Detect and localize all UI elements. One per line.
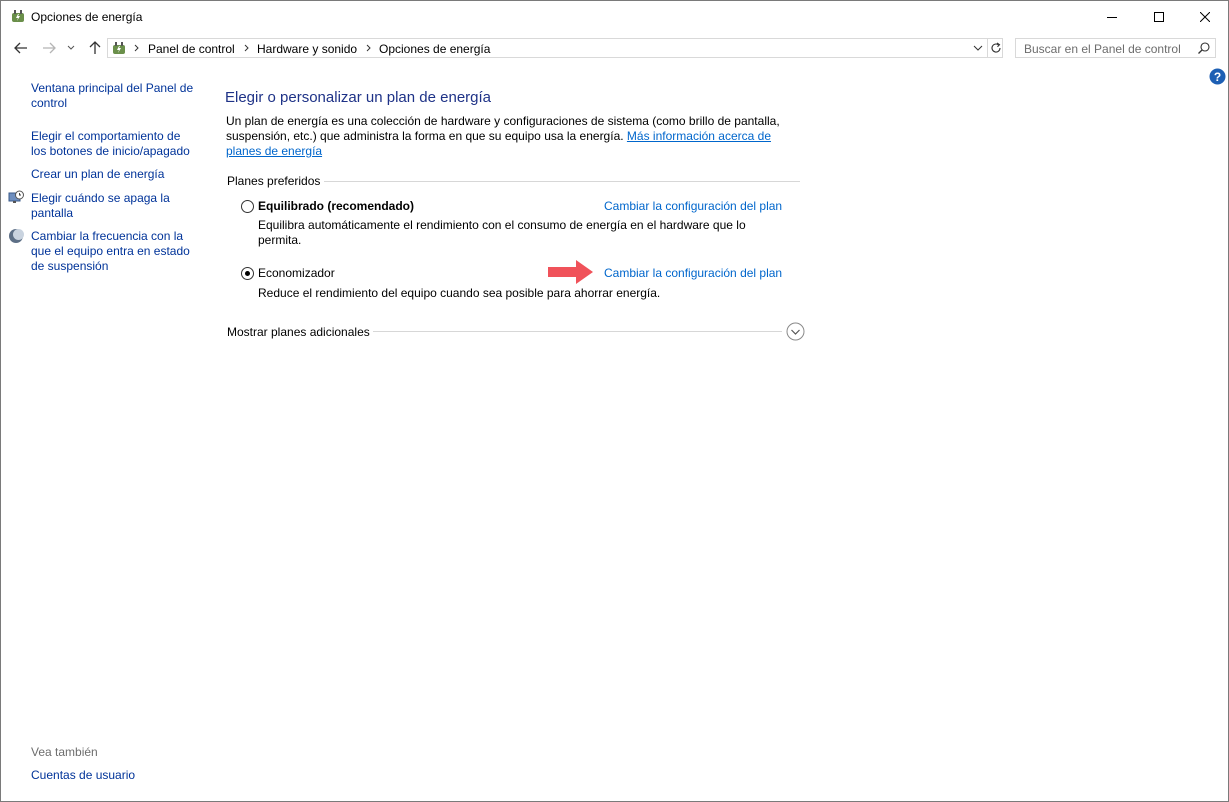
- sidebar-link-line: de suspensión: [31, 259, 109, 273]
- chevron-right-icon: [366, 44, 371, 52]
- sidebar-link-line: Ventana principal del Panel de: [31, 81, 194, 95]
- svg-text:?: ?: [1214, 70, 1221, 84]
- expand-chevron-icon[interactable]: [786, 322, 805, 341]
- chevron-down-icon: [973, 45, 983, 51]
- navigation-bar: Panel de control Hardware y sonido Opcio…: [1, 34, 1228, 64]
- sidebar-link-line: pantalla: [31, 206, 74, 220]
- close-button[interactable]: [1182, 1, 1228, 32]
- plan-description-power-saver: Reduce el rendimiento del equipo cuando …: [258, 286, 661, 300]
- sidebar-link-line: Elegir cuándo se apaga la: [31, 191, 170, 205]
- control-panel-icon: [113, 42, 125, 54]
- change-plan-settings-power-saver-link[interactable]: Cambiar la configuración del plan: [604, 266, 782, 280]
- forward-arrow-icon: [43, 42, 56, 54]
- back-button[interactable]: [11, 38, 31, 58]
- up-button[interactable]: [85, 38, 105, 58]
- see-also-heading: Vea también: [31, 745, 98, 759]
- title-bar: Opciones de energía: [1, 1, 1228, 32]
- breadcrumb-control-panel[interactable]: Panel de control: [148, 42, 235, 56]
- breadcrumb-hardware-sound[interactable]: Hardware y sonido: [257, 42, 357, 56]
- search-box[interactable]: Buscar en el Panel de control: [1015, 38, 1216, 58]
- address-bar[interactable]: Panel de control Hardware y sonido Opcio…: [107, 38, 1003, 58]
- address-dropdown-button[interactable]: [970, 39, 986, 57]
- sidebar-link-control-panel-home[interactable]: Ventana principal del Panel de control: [31, 81, 193, 111]
- back-arrow-icon: [14, 42, 27, 54]
- sidebar-link-user-accounts[interactable]: Cuentas de usuario: [31, 768, 135, 783]
- breadcrumb-power-options[interactable]: Opciones de energía: [379, 42, 490, 56]
- plan-radio-power-saver[interactable]: [241, 267, 254, 280]
- page-description: Un plan de energía es una colección de h…: [226, 114, 806, 159]
- close-icon: [1200, 11, 1210, 22]
- chevron-right-icon: [244, 44, 249, 52]
- plan-radio-balanced[interactable]: [241, 200, 254, 213]
- chevron-down-icon: [67, 45, 75, 50]
- sidebar-link-line: Crear un plan de energía: [31, 167, 165, 181]
- maximize-button[interactable]: [1136, 1, 1182, 32]
- annotation-arrow-icon: [548, 260, 593, 284]
- refresh-icon: [991, 42, 1001, 53]
- recent-locations-button[interactable]: [64, 38, 78, 58]
- up-arrow-icon: [89, 41, 101, 54]
- forward-button[interactable]: [39, 38, 59, 58]
- maximize-icon: [1154, 11, 1164, 22]
- refresh-button[interactable]: [987, 39, 1004, 57]
- sidebar-link-display-off[interactable]: Elegir cuándo se apaga la pantalla: [31, 191, 170, 221]
- sidebar-link-line: control: [31, 96, 68, 110]
- sidebar-link-line: Elegir el comportamiento de: [31, 129, 181, 143]
- power-options-window: Opciones de energía Panel de control Har…: [0, 0, 1229, 802]
- sidebar-link-create-plan[interactable]: Crear un plan de energía: [31, 167, 164, 182]
- chevron-right-icon: [134, 44, 139, 52]
- moon-icon: [9, 229, 24, 243]
- plan-name-power-saver[interactable]: Economizador: [258, 266, 335, 280]
- sidebar-link-line: Cambiar la frecuencia con la: [31, 229, 184, 243]
- power-options-icon: [12, 10, 24, 22]
- show-additional-plans-label[interactable]: Mostrar planes adicionales: [227, 325, 370, 339]
- help-icon[interactable]: ?: [1209, 68, 1226, 85]
- sidebar-link-power-buttons[interactable]: Elegir el comportamiento de los botones …: [31, 129, 190, 159]
- additional-plans-divider: [373, 331, 782, 332]
- group-divider: [321, 181, 800, 182]
- plan-name-balanced[interactable]: Equilibrado (recomendado): [258, 199, 414, 213]
- plan-description-balanced: Equilibra automáticamente el rendimiento…: [258, 218, 746, 247]
- sidebar-link-line: los botones de inicio/apagado: [31, 144, 190, 158]
- monitor-clock-icon: [8, 190, 24, 203]
- minimize-icon: [1107, 16, 1117, 18]
- minimize-button[interactable]: [1089, 1, 1135, 32]
- change-plan-settings-balanced-link[interactable]: Cambiar la configuración del plan: [604, 199, 782, 213]
- preferred-plans-label: Planes preferidos: [227, 174, 325, 188]
- page-title: Elegir o personalizar un plan de energía: [225, 89, 492, 106]
- sidebar-link-sleep[interactable]: Cambiar la frecuencia con la que el equi…: [31, 229, 190, 274]
- window-title: Opciones de energía: [31, 10, 143, 24]
- sidebar-link-line: que el equipo entra en estado: [31, 244, 190, 258]
- search-icon[interactable]: [1197, 41, 1211, 55]
- search-input[interactable]: Buscar en el Panel de control: [1024, 42, 1181, 56]
